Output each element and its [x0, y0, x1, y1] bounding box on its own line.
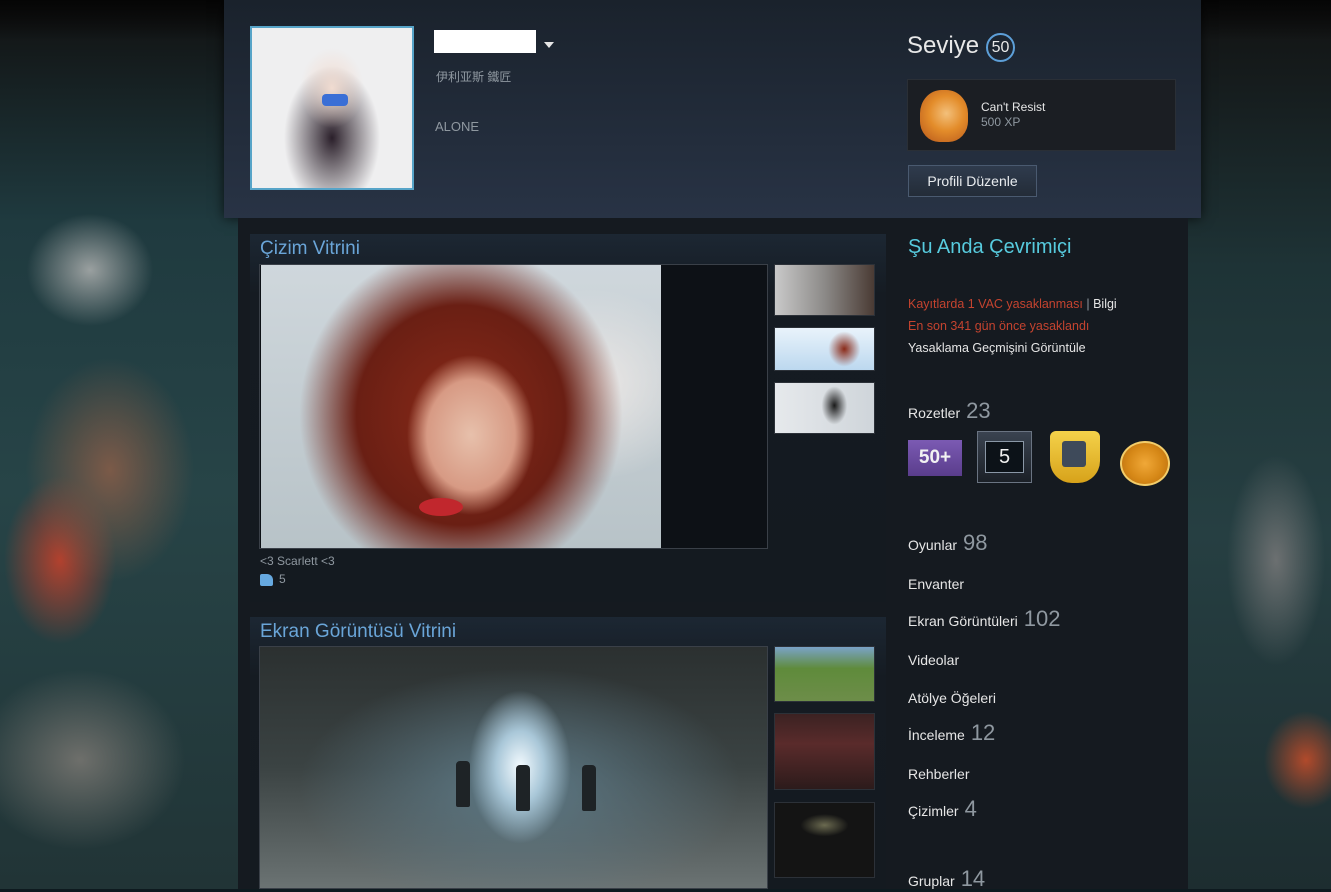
stat-games[interactable]: Oyunlar 98 [908, 530, 988, 556]
favorite-badge-name: Can't Resist [981, 100, 1046, 114]
stat-groups[interactable]: Gruplar 14 [908, 866, 985, 892]
badge-game-collector[interactable]: 5 [977, 431, 1032, 483]
artwork-detail [419, 498, 463, 516]
screenshot-showcase: Ekran Görüntüsü Vitrini [250, 617, 886, 889]
screenshot-figure [516, 765, 530, 811]
stat-label: İnceleme [908, 727, 965, 743]
badge-trading-card-icon[interactable] [1050, 431, 1100, 483]
stat-label: Gruplar [908, 873, 955, 889]
persona-name-redacted [434, 30, 536, 53]
stat-guides[interactable]: Rehberler [908, 766, 969, 782]
stat-artwork[interactable]: Çizimler 4 [908, 796, 977, 822]
badge-years-service[interactable]: 50+ [908, 440, 962, 476]
level-label: Seviye [907, 32, 980, 59]
like-count-value: 5 [279, 572, 286, 586]
stat-videos[interactable]: Videolar [908, 652, 959, 668]
stat-label: Ekran Görüntüleri [908, 613, 1018, 629]
artwork-thumbnail[interactable] [774, 382, 875, 434]
stat-label: Çizimler [908, 803, 959, 819]
edit-profile-button[interactable]: Profili Düzenle [908, 165, 1037, 197]
badges-count: 23 [966, 398, 991, 423]
badge-game-collector-value: 5 [985, 441, 1024, 473]
stat-workshop[interactable]: Atölye Öğeleri [908, 690, 996, 706]
background-art-right [1186, 0, 1331, 889]
featured-screenshot[interactable] [259, 646, 768, 889]
background-art-left [0, 0, 260, 889]
stat-label: Videolar [908, 652, 960, 668]
badge-community-icon[interactable] [1120, 441, 1170, 486]
stat-screenshots[interactable]: Ekran Görüntüleri 102 [908, 606, 1060, 632]
avatar-bow-detail [322, 94, 348, 106]
artwork-thumbnail[interactable] [774, 264, 875, 316]
showcase-title: Ekran Görüntüsü Vitrini [260, 621, 457, 642]
artwork-caption: <3 Scarlett <3 [260, 554, 335, 568]
avatar[interactable] [250, 26, 414, 190]
ban-history-link[interactable]: Yasaklama Geçmişini Görüntüle [908, 341, 1086, 355]
screenshot-thumbnail[interactable] [774, 802, 875, 878]
name-history-chevron-icon[interactable] [544, 42, 554, 48]
thumbs-up-icon [260, 573, 273, 586]
stat-label: Atölye Öğeleri [908, 690, 996, 706]
stat-inventory[interactable]: Envanter [908, 576, 964, 592]
artwork-image [261, 265, 661, 548]
stat-label: Oyunlar [908, 537, 958, 553]
vac-ban-text: Kayıtlarda 1 VAC yasaklanması [908, 297, 1083, 311]
badge-card-icon [1062, 441, 1086, 467]
badges-link[interactable]: Rozetler 23 [908, 398, 991, 424]
stat-count: 14 [960, 866, 986, 891]
profile-summary: ALONE [435, 119, 480, 134]
favorite-badge-icon [920, 90, 968, 142]
stat-reviews[interactable]: İnceleme 12 [908, 720, 995, 746]
stat-count: 12 [970, 720, 996, 745]
real-name: 伊利亚斯 鐵匠 [436, 70, 512, 84]
favorite-badge[interactable]: Can't Resist 500 XP [907, 79, 1176, 151]
screenshot-thumbnail[interactable] [774, 713, 875, 790]
stat-label: Envanter [908, 576, 965, 592]
featured-artwork[interactable] [259, 264, 768, 549]
stat-count: 4 [964, 796, 977, 821]
stat-count: 98 [963, 530, 988, 555]
badges-label: Rozetler [908, 405, 961, 421]
online-status: Şu Anda Çevrimiçi [908, 236, 1072, 258]
artwork-showcase: Çizim Vitrini <3 Scarlett <3 5 [250, 234, 886, 602]
like-count[interactable]: 5 [260, 572, 286, 586]
screenshot-thumbnail[interactable] [774, 646, 875, 702]
artwork-thumbnail[interactable] [774, 327, 875, 371]
showcase-title: Çizim Vitrini [260, 238, 360, 259]
favorite-badge-xp: 500 XP [981, 115, 1021, 129]
vac-ban-notice: Kayıtlarda 1 VAC yasaklanması | Bilgi [908, 297, 1117, 311]
stat-label: Rehberler [908, 766, 970, 782]
level-badge[interactable]: 50 [986, 33, 1015, 62]
vac-last-ban: En son 341 gün önce yasaklandı [908, 319, 1090, 333]
stat-count: 102 [1023, 606, 1061, 631]
profile-header: 伊利亚斯 鐵匠 ALONE Seviye 50 Can't Resist 500… [224, 0, 1201, 218]
vac-info-link[interactable]: Bilgi [1093, 297, 1117, 311]
vac-separator: | [1086, 297, 1090, 311]
screenshot-figure [582, 765, 596, 811]
screenshot-figure [456, 761, 470, 807]
